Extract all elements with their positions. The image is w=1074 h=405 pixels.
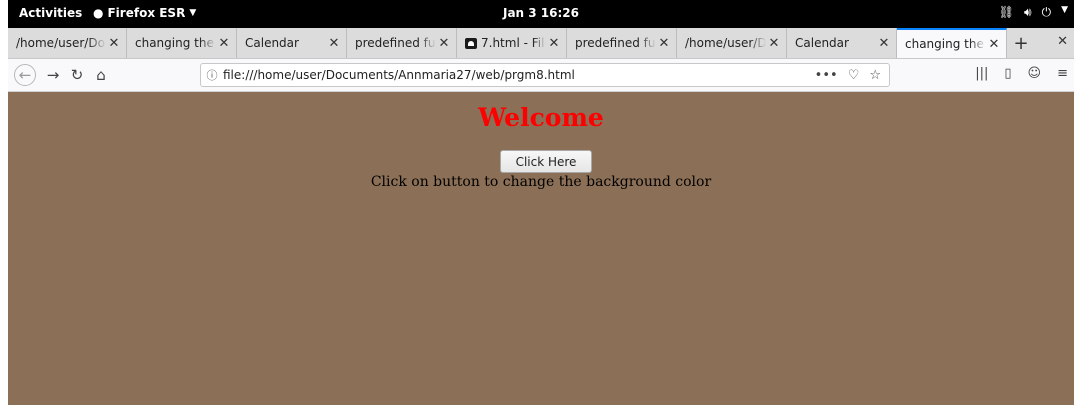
tab-label: predefined functions	[575, 36, 656, 50]
volume-icon: 🔊︎	[1024, 5, 1032, 19]
tab-label: changing the background	[135, 36, 216, 50]
tab-label: predefined functions	[355, 36, 436, 50]
bookmark-star-icon[interactable]: ☆	[869, 68, 881, 83]
navigation-bar: ← → ↻ ⌂ ⓘ file:///home/user/Documents/An…	[8, 59, 1074, 92]
close-icon[interactable]: ✕	[546, 36, 562, 51]
tab-label: /home/user/Documents	[16, 36, 106, 50]
tab[interactable]: predefined functions ✕	[567, 28, 677, 58]
close-icon[interactable]: ✕	[766, 36, 782, 51]
chevron-down-icon: ▼	[1061, 5, 1068, 15]
tab[interactable]: /home/user/Documents ✕	[8, 28, 127, 58]
tab[interactable]: Calendar ✕	[237, 28, 347, 58]
tab-label: changing the background	[905, 37, 986, 51]
system-tray[interactable]: ⛓ 🔊︎ ⏻ ▼	[999, 5, 1068, 20]
page-content: Welcome Click Here Click on button to ch…	[8, 92, 1074, 405]
page-actions-icon[interactable]: •••	[815, 68, 838, 83]
tab[interactable]: predefined functions ✕	[347, 28, 457, 58]
browser-window: Activities ● Firefox ESR ▼ Jan 3 16:26 ⛓…	[8, 0, 1074, 405]
tab[interactable]: Calendar ✕	[787, 28, 897, 58]
info-icon[interactable]: ⓘ	[203, 67, 221, 83]
back-button[interactable]: ←	[14, 64, 36, 86]
sidebar-icon[interactable]: ▯	[1004, 66, 1011, 81]
url-bar[interactable]: ⓘ file:///home/user/Documents/Annmaria27…	[200, 63, 890, 87]
menu-icon[interactable]: ≡	[1057, 66, 1068, 81]
tab-label: Calendar	[245, 36, 299, 50]
file-icon	[465, 37, 477, 49]
page-title: Welcome	[478, 103, 604, 132]
network-icon: ⛓	[998, 5, 1015, 19]
close-icon[interactable]: ✕	[656, 36, 672, 51]
tab-label: Calendar	[795, 36, 849, 50]
home-button[interactable]: ⌂	[90, 64, 112, 86]
clock[interactable]: Jan 3 16:26	[8, 6, 1074, 20]
close-icon[interactable]: ✕	[986, 37, 1002, 52]
account-icon[interactable]: ☺	[1028, 66, 1042, 81]
tab[interactable]: 7.html - File ✕	[457, 28, 567, 58]
close-icon[interactable]: ✕	[106, 36, 122, 51]
close-icon[interactable]: ✕	[436, 36, 452, 51]
close-window-icon[interactable]: ✕	[1057, 34, 1068, 49]
url-text[interactable]: file:///home/user/Documents/Annmaria27/w…	[221, 68, 815, 82]
forward-button[interactable]: →	[42, 64, 64, 86]
instruction-text: Click on button to change the background…	[370, 174, 712, 190]
close-icon[interactable]: ✕	[876, 36, 892, 51]
click-here-button[interactable]: Click Here	[500, 150, 592, 173]
power-icon: ⏻	[1041, 5, 1052, 19]
close-icon[interactable]: ✕	[216, 36, 232, 51]
tab-label: /home/user/Documents	[685, 36, 766, 50]
new-tab-button[interactable]: +	[1007, 28, 1035, 58]
tab[interactable]: changing the background ✕	[127, 28, 237, 58]
pocket-icon[interactable]: ♡	[848, 68, 860, 83]
system-top-bar: Activities ● Firefox ESR ▼ Jan 3 16:26 ⛓…	[8, 0, 1074, 28]
toolbar-right: ||| ▯ ☺ ≡	[975, 66, 1068, 81]
tab-strip: /home/user/Documents ✕ changing the back…	[8, 28, 1074, 59]
library-icon[interactable]: |||	[975, 66, 988, 81]
close-icon[interactable]: ✕	[326, 36, 342, 51]
tab-active[interactable]: changing the background ✕	[897, 28, 1007, 58]
tab[interactable]: /home/user/Documents ✕	[677, 28, 787, 58]
reload-button[interactable]: ↻	[66, 64, 88, 86]
tab-label: 7.html - File	[481, 36, 546, 50]
